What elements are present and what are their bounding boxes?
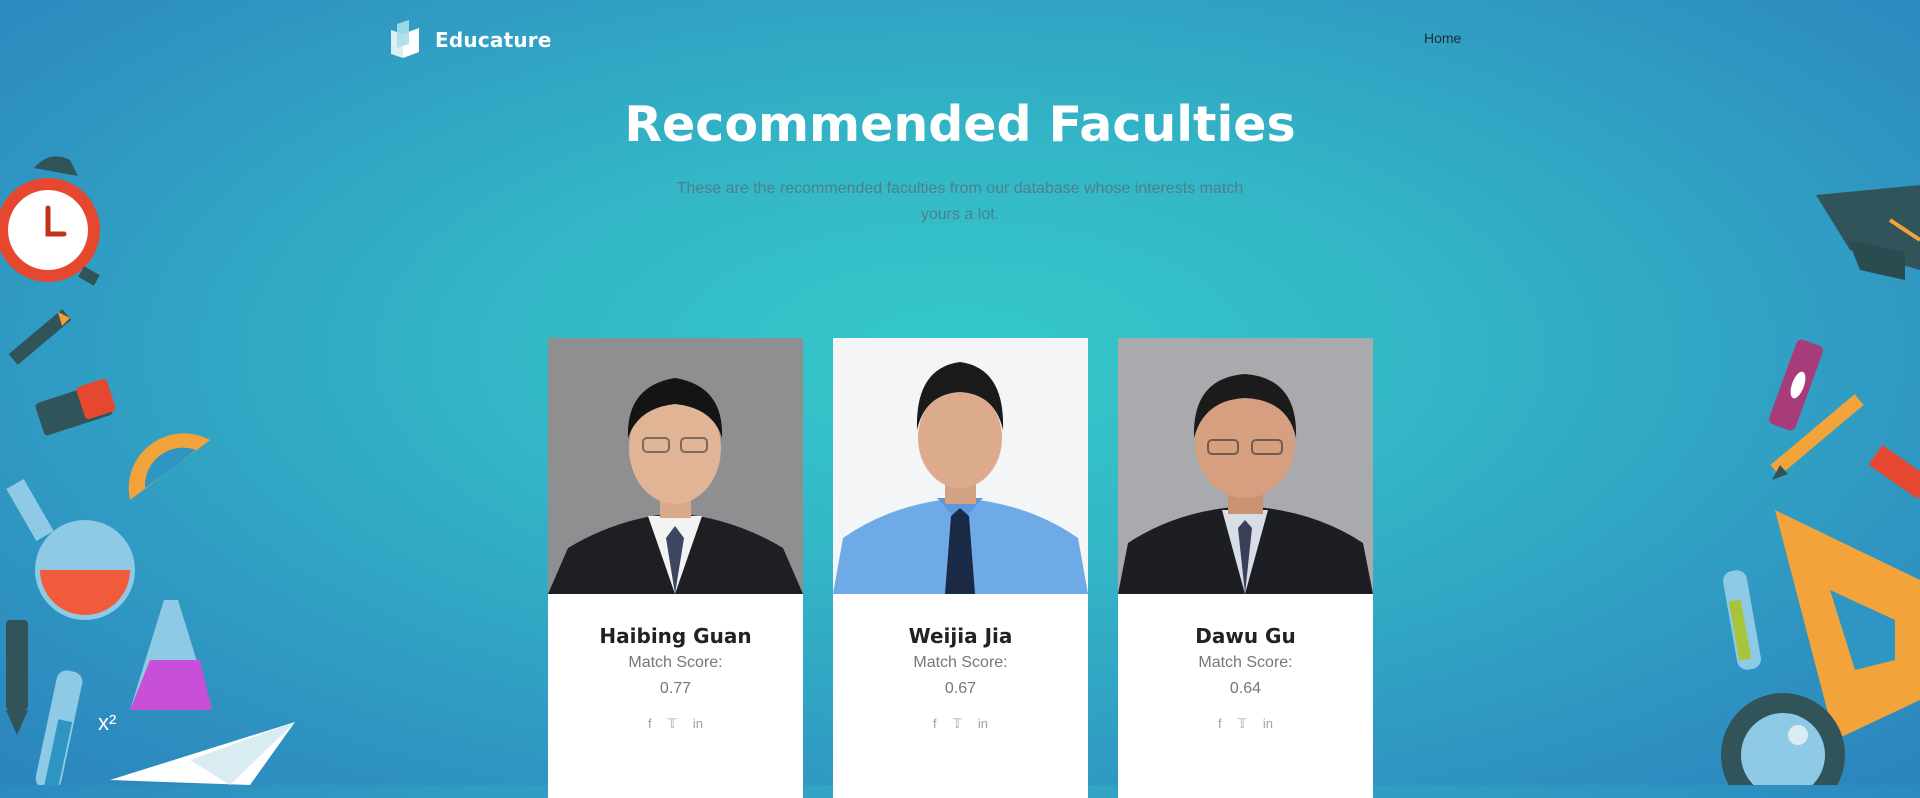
social-links: f 𝕋 in	[548, 716, 803, 732]
graduation-cap-icon	[1816, 185, 1920, 280]
page-subtitle: These are the recommended faculties from…	[676, 180, 1244, 223]
facebook-icon[interactable]: f	[933, 716, 937, 732]
linkedin-icon[interactable]: in	[978, 716, 988, 732]
paper-plane-icon	[110, 722, 295, 785]
top-navbar: Educature Home	[0, 0, 1920, 78]
faculty-card: Dawu Gu Match Score: 0.64 f 𝕋 in	[1118, 338, 1373, 798]
facebook-icon[interactable]: f	[648, 716, 652, 732]
marker-icon	[1769, 339, 1823, 431]
faculty-name: Dawu Gu	[1195, 624, 1296, 648]
page-title: Recommended Faculties	[624, 96, 1296, 153]
social-links: f 𝕋 in	[1118, 716, 1373, 732]
conical-flask-icon	[130, 600, 212, 710]
social-links: f 𝕋 in	[833, 716, 1088, 732]
faculty-card: Haibing Guan Match Score: 0.77 f 𝕋 in	[548, 338, 803, 798]
linkedin-icon[interactable]: in	[693, 716, 703, 732]
book-logo-icon	[391, 20, 419, 58]
protractor-icon	[128, 433, 210, 500]
ruler-icon	[1868, 444, 1920, 500]
fountain-pen-icon	[8, 309, 72, 365]
left-stationery-decoration: x²	[0, 156, 295, 785]
faculty-name: Haibing Guan	[599, 624, 752, 648]
match-score-label: Match Score:	[628, 654, 723, 671]
flask-icon	[6, 479, 135, 620]
test-tube-icon	[1723, 570, 1761, 670]
facebook-icon[interactable]: f	[1218, 716, 1222, 732]
test-tube-icon	[35, 670, 83, 785]
brand-logo[interactable]: Educature	[389, 20, 552, 60]
twitter-icon[interactable]: 𝕋	[1238, 716, 1247, 732]
faculty-photo	[833, 338, 1088, 594]
crayon-icon	[6, 620, 28, 735]
formula-text: x²	[98, 710, 116, 735]
match-score-value: 0.77	[659, 680, 692, 697]
faculty-name: Weijia Jia	[908, 624, 1013, 648]
match-score-label: Match Score:	[1198, 654, 1293, 671]
right-stationery-decoration	[1721, 185, 1920, 785]
faculty-photo	[548, 338, 803, 594]
faculty-photo	[1118, 338, 1373, 594]
alarm-clock-icon	[0, 156, 100, 286]
brand-name: Educature	[435, 28, 552, 52]
twitter-icon[interactable]: 𝕋	[953, 716, 962, 732]
nav-home-link[interactable]: Home	[1424, 30, 1461, 46]
eraser-icon	[35, 378, 116, 436]
match-score-value: 0.64	[1229, 680, 1262, 697]
match-score-label: Match Score:	[913, 654, 1008, 671]
linkedin-icon[interactable]: in	[1263, 716, 1273, 732]
faculty-card: Weijia Jia Match Score: 0.67 f 𝕋 in	[833, 338, 1088, 798]
faculty-cards: Haibing Guan Match Score: 0.77 f 𝕋 in We…	[548, 338, 1373, 798]
twitter-icon[interactable]: 𝕋	[668, 716, 677, 732]
match-score-value: 0.67	[944, 680, 977, 697]
